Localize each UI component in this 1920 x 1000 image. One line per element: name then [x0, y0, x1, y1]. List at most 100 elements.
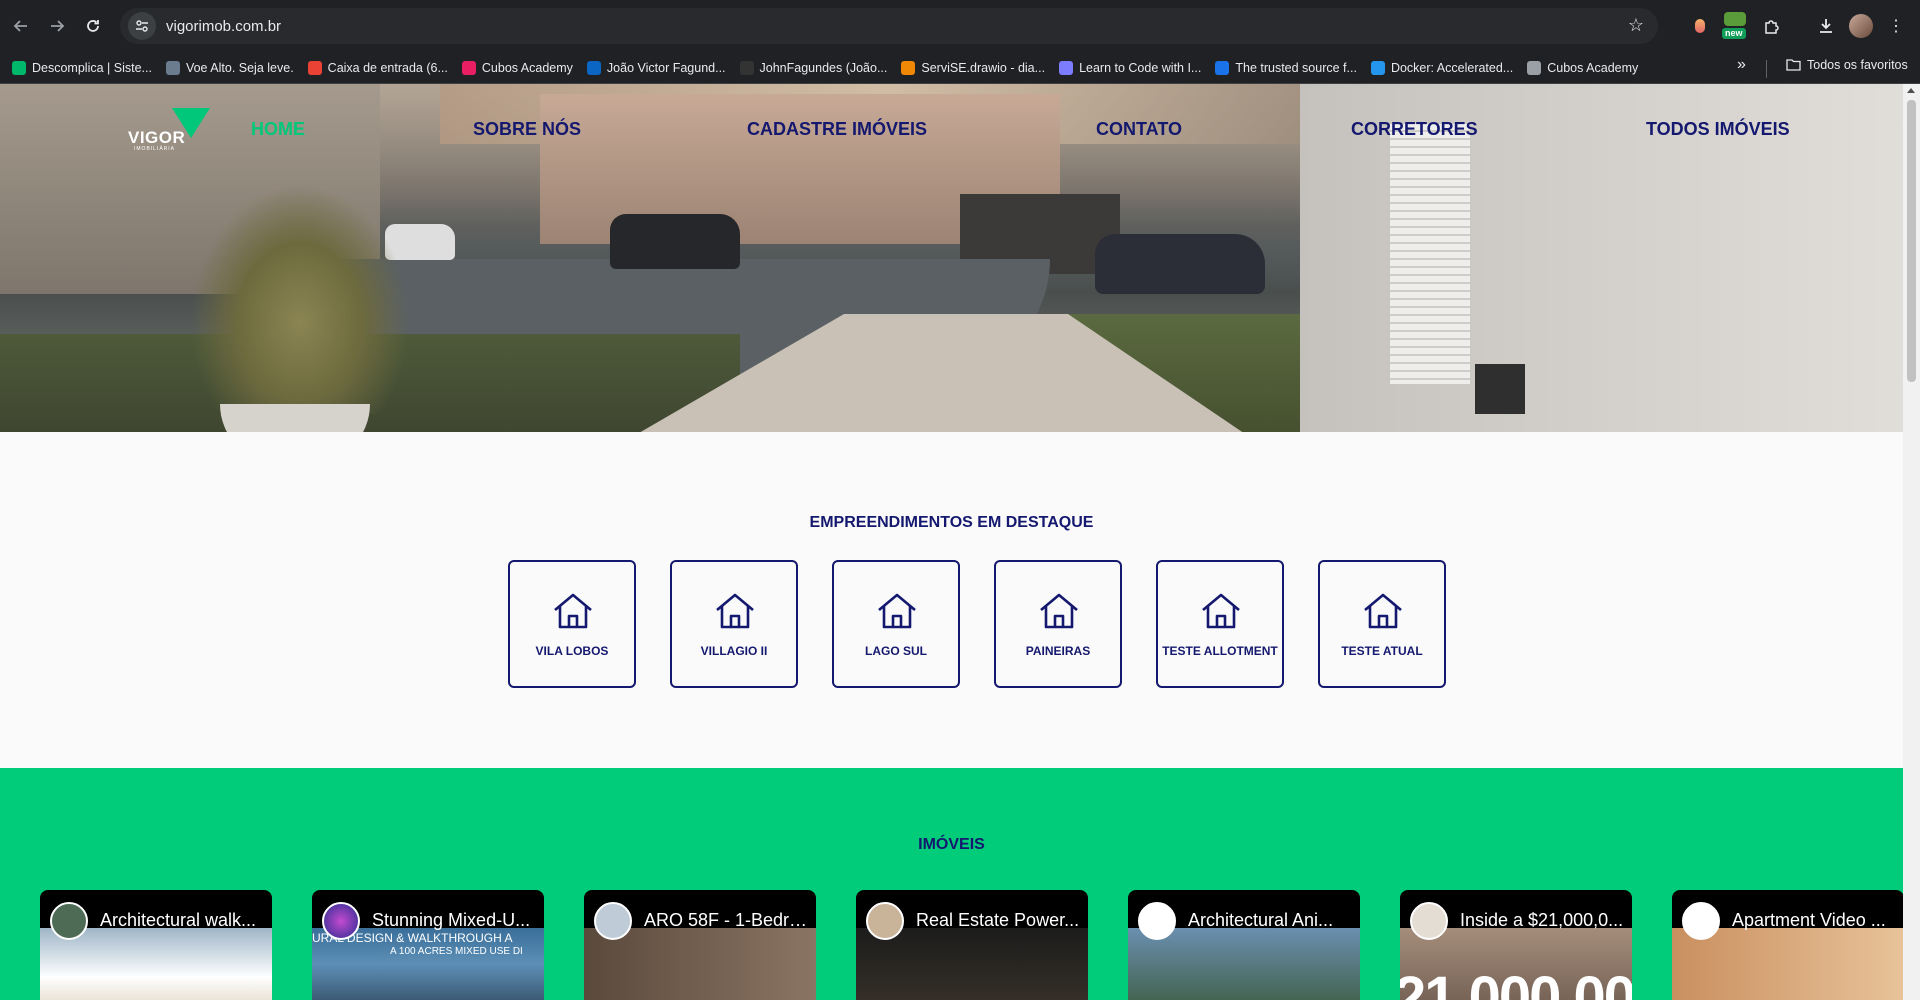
bookmark-label: JohnFagundes (João... — [759, 60, 888, 75]
hero-vent — [1475, 364, 1525, 414]
channel-avatar — [50, 902, 88, 940]
menu-corretores[interactable]: CORRETORES — [1351, 119, 1478, 140]
featured-card[interactable]: PAINEIRAS — [994, 560, 1122, 688]
forward-button[interactable] — [40, 9, 74, 43]
download-icon[interactable] — [1812, 12, 1840, 40]
featured-card-label: TESTE ATUAL — [1341, 644, 1423, 658]
page-scrollbar[interactable] — [1903, 84, 1920, 1000]
bookmark-item[interactable]: The trusted source f... — [1215, 60, 1357, 75]
profile-avatar[interactable] — [1849, 14, 1873, 38]
bookmark-item[interactable]: Cubos Academy — [1527, 60, 1639, 75]
bookmark-favicon — [1370, 60, 1385, 75]
bookmark-label: Caixa de entrada (6... — [327, 60, 448, 75]
bookmark-item[interactable]: Voe Alto. Seja leve. — [165, 60, 294, 75]
house-icon — [554, 593, 592, 629]
channel-avatar — [594, 902, 632, 940]
all-bookmarks-button[interactable]: Todos os favoritos — [1786, 58, 1908, 72]
bookmark-label: Descomplica | Siste... — [32, 60, 152, 75]
featured-card[interactable]: VILA LOBOS — [508, 560, 636, 688]
site-info-button[interactable] — [128, 12, 156, 40]
featured-card[interactable]: TESTE ATUAL — [1318, 560, 1446, 688]
bookmark-label: Learn to Code with I... — [1079, 60, 1202, 75]
featured-card-label: VILLAGIO II — [700, 644, 768, 658]
house-icon — [878, 593, 916, 629]
video-title: Architectural Ani... — [1188, 910, 1334, 930]
bookmark-item[interactable]: Cubos Academy — [461, 60, 573, 75]
imoveis-title: IMÓVEIS — [918, 836, 985, 853]
scrollbar-thumb[interactable] — [1907, 100, 1916, 382]
video-card[interactable]: Apartment Video ... — [1672, 890, 1903, 1000]
featured-card-label: PAINEIRAS — [1025, 644, 1091, 658]
video-overlay-text: A 100 ACRES MIXED USE DI — [390, 946, 523, 957]
featured-card[interactable]: VILLAGIO II — [670, 560, 798, 688]
bookmark-item[interactable]: João Victor Fagund... — [586, 60, 726, 75]
video-card[interactable]: ARO 58F - 1-Bedro... — [584, 890, 816, 1000]
bookmark-favicon — [461, 60, 476, 75]
featured-card-label: VILA LOBOS — [535, 644, 609, 658]
house-icon — [1364, 593, 1402, 629]
bookmark-label: Cubos Academy — [481, 60, 573, 75]
bookmark-label: The trusted source f... — [1235, 60, 1357, 75]
reload-icon — [87, 20, 99, 32]
video-card[interactable]: Architectural Ani... — [1128, 890, 1360, 1000]
hero-car-dark — [610, 214, 740, 269]
bookmark-label: João Victor Fagund... — [606, 60, 726, 75]
video-card[interactable]: Real Estate Power... — [856, 890, 1088, 1000]
address-bar[interactable]: vigorimob.com.br ☆ — [120, 8, 1658, 44]
bookmark-favicon — [1215, 60, 1230, 75]
page-viewport: VIGOR IMOBILIÁRIA HOME SOBRE NÓS CADASTR… — [0, 84, 1903, 1000]
channel-avatar — [322, 902, 360, 940]
menu-cadastre-imoveis[interactable]: CADASTRE IMÓVEIS — [747, 119, 927, 140]
hero-car-black — [1095, 234, 1265, 294]
bookmark-label: ServiSE.drawio - dia... — [921, 60, 1046, 75]
channel-avatar — [1138, 902, 1176, 940]
extensions-puzzle-icon[interactable] — [1758, 12, 1786, 40]
bookmarks-overflow-icon[interactable]: » — [1737, 56, 1746, 74]
hero-plant-pot — [220, 404, 370, 432]
vigor-logo[interactable]: VIGOR IMOBILIÁRIA — [128, 108, 214, 152]
bookmark-item[interactable]: JohnFagundes (João... — [739, 60, 888, 75]
bookmark-star-icon[interactable]: ☆ — [1628, 15, 1644, 36]
featured-card[interactable]: TESTE ALLOTMENT — [1156, 560, 1284, 688]
house-icon — [1202, 593, 1240, 629]
bookmark-label: Voe Alto. Seja leve. — [185, 60, 294, 75]
all-bookmarks-label: Todos os favoritos — [1807, 58, 1908, 72]
bookmark-favicon — [739, 60, 754, 75]
logo-text: VIGOR — [128, 128, 186, 147]
bookmark-favicon — [901, 60, 916, 75]
bookmark-favicon — [307, 60, 322, 75]
menu-contato[interactable]: CONTATO — [1096, 119, 1182, 140]
video-card[interactable]: 21,000,00 Inside a $21,000,0... — [1400, 890, 1632, 1000]
channel-avatar — [1682, 902, 1720, 940]
channel-avatar — [1410, 902, 1448, 940]
browser-toolbar: vigorimob.com.br ☆ new ⋮ — [0, 0, 1920, 52]
reload-button[interactable] — [76, 9, 110, 43]
bookmark-item[interactable]: Docker: Accelerated... — [1370, 60, 1514, 75]
imoveis-section: IMÓVEIS Architectural walk... URAL DESIG… — [0, 768, 1903, 1000]
scroll-up-icon[interactable] — [1907, 88, 1915, 93]
bookmark-label: Cubos Academy — [1547, 60, 1639, 75]
back-button[interactable] — [4, 9, 38, 43]
bookmark-label: Docker: Accelerated... — [1390, 60, 1514, 75]
menu-sobre-nos[interactable]: SOBRE NÓS — [473, 119, 581, 140]
video-card[interactable]: URAL DESIGN & WALKTHROUGH A A 100 ACRES … — [312, 890, 544, 1000]
new-badge: new — [1722, 28, 1746, 39]
featured-card[interactable]: LAGO SUL — [832, 560, 960, 688]
channel-avatar — [866, 902, 904, 940]
extension-orange-icon[interactable] — [1686, 12, 1714, 40]
menu-todos-imoveis[interactable]: TODOS IMÓVEIS — [1646, 119, 1790, 140]
logo-subtext: IMOBILIÁRIA — [134, 146, 176, 152]
menu-kebab-icon[interactable]: ⋮ — [1882, 12, 1910, 40]
bookmark-item[interactable]: Caixa de entrada (6... — [307, 60, 448, 75]
featured-card-label: TESTE ALLOTMENT — [1162, 644, 1278, 658]
url-text[interactable]: vigorimob.com.br — [166, 18, 281, 35]
bookmark-item[interactable]: Learn to Code with I... — [1059, 60, 1202, 75]
bookmark-favicon — [586, 60, 601, 75]
video-title: Inside a $21,000,0... — [1460, 910, 1624, 930]
menu-home[interactable]: HOME — [251, 119, 305, 140]
house-icon — [716, 593, 754, 629]
bookmark-item[interactable]: Descomplica | Siste... — [12, 60, 152, 75]
bookmarks-bar: Descomplica | Siste... Voe Alto. Seja lev… — [0, 52, 1920, 84]
bookmark-item[interactable]: ServiSE.drawio - dia... — [901, 60, 1046, 75]
video-card[interactable]: Architectural walk... — [40, 890, 272, 1000]
